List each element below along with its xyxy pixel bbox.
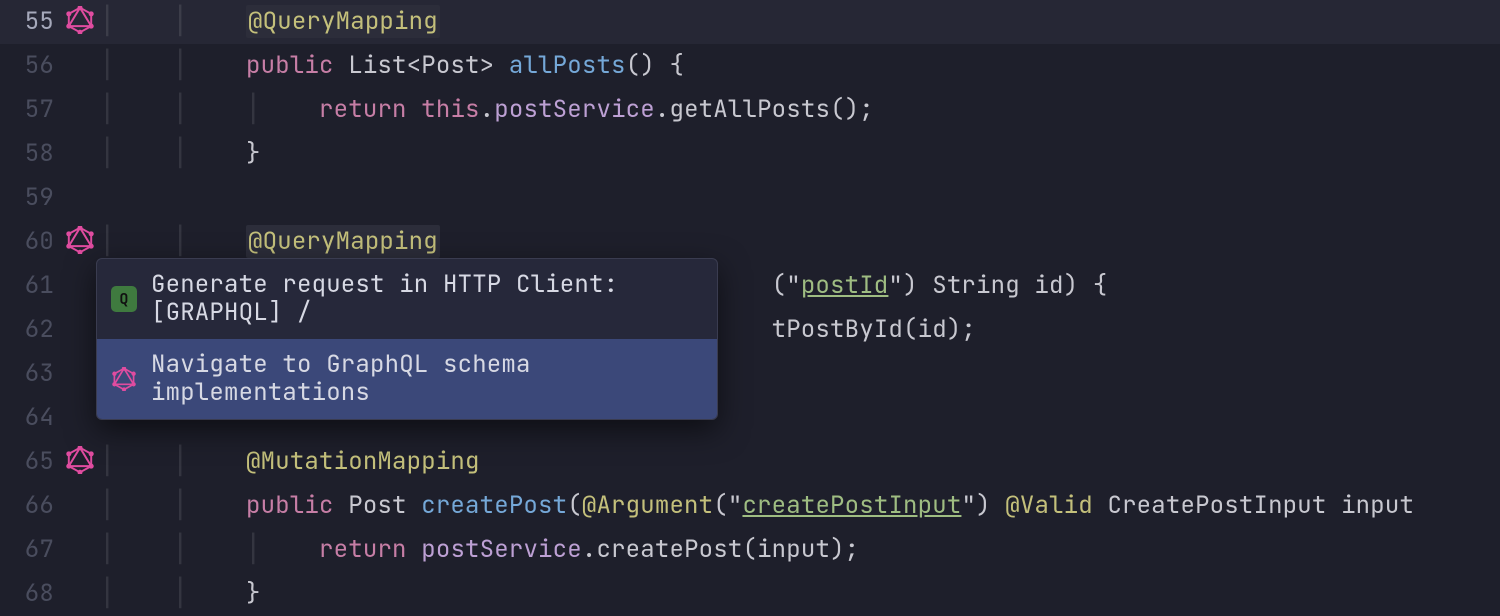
gutter-spacer <box>60 484 100 490</box>
graphql-icon <box>66 446 94 474</box>
code-line[interactable]: 65 │ │ @MutationMapping <box>0 440 1500 484</box>
gutter-spacer <box>60 176 100 182</box>
line-number: 65 <box>0 440 60 484</box>
line-number: 58 <box>0 132 60 176</box>
gutter-spacer <box>60 396 100 402</box>
popup-item-label: Generate request in HTTP Client: [GRAPHQ… <box>151 271 703 327</box>
popup-item[interactable]: Q Generate request in HTTP Client: [GRAPH… <box>97 259 717 339</box>
graphql-icon <box>66 226 94 254</box>
code-line[interactable]: 56 │ │ public List<Post> allPosts() { <box>0 44 1500 88</box>
code-line[interactable]: 59 <box>0 176 1500 220</box>
http-client-icon: Q <box>111 286 137 312</box>
gutter-action-popup: Q Generate request in HTTP Client: [GRAPH… <box>96 258 718 420</box>
gutter-spacer <box>60 572 100 578</box>
line-number: 63 <box>0 352 60 396</box>
graphql-icon <box>66 6 94 34</box>
gutter-spacer <box>60 44 100 50</box>
code-text[interactable]: │ │ @MutationMapping <box>100 440 480 484</box>
popup-item-label: Navigate to GraphQL schema implementatio… <box>151 351 703 407</box>
graphql-gutter-icon[interactable] <box>60 0 100 34</box>
gutter-spacer <box>60 132 100 138</box>
code-line[interactable]: 57 │ │ │ return this.postService.getAllPo… <box>0 88 1500 132</box>
gutter-spacer <box>60 528 100 534</box>
gutter-spacer <box>60 308 100 314</box>
line-number: 60 <box>0 220 60 264</box>
code-text[interactable]: │ │ } <box>100 132 261 176</box>
code-line[interactable]: 58 │ │ } <box>0 132 1500 176</box>
code-line[interactable]: 67 │ │ │ return postService.createPost(in… <box>0 528 1500 572</box>
line-number: 61 <box>0 264 60 308</box>
line-number: 57 <box>0 88 60 132</box>
code-text[interactable]: │ │ @QueryMapping <box>100 0 440 44</box>
code-text[interactable]: │ │ │ return this.postService.getAllPost… <box>100 88 874 132</box>
line-number: 62 <box>0 308 60 352</box>
line-number: 68 <box>0 572 60 616</box>
code-text[interactable]: │ │ } <box>100 572 261 616</box>
code-text[interactable]: │ │ public Post createPost(@Argument("cr… <box>100 484 1414 528</box>
line-number: 56 <box>0 44 60 88</box>
popup-item[interactable]: Navigate to GraphQL schema implementatio… <box>97 339 717 419</box>
graphql-gutter-icon[interactable] <box>60 440 100 474</box>
code-line[interactable]: 66 │ │ public Post createPost(@Argument("… <box>0 484 1500 528</box>
code-text[interactable]: │ │ │ return postService.createPost(inpu… <box>100 528 859 572</box>
gutter-spacer <box>60 264 100 270</box>
gutter-spacer <box>60 88 100 94</box>
line-number: 66 <box>0 484 60 528</box>
code-text[interactable]: │ │ public List<Post> allPosts() { <box>100 44 684 88</box>
graphql-icon <box>112 367 136 391</box>
code-line[interactable]: 68 │ │ } <box>0 572 1500 616</box>
graphql-gutter-icon[interactable] <box>60 220 100 254</box>
line-number: 67 <box>0 528 60 572</box>
graphql-icon <box>111 366 137 392</box>
gutter-spacer <box>60 352 100 358</box>
line-number: 64 <box>0 396 60 440</box>
code-line[interactable]: 55 │ │ @QueryMapping <box>0 0 1500 44</box>
line-number: 59 <box>0 176 60 220</box>
line-number: 55 <box>0 0 60 44</box>
